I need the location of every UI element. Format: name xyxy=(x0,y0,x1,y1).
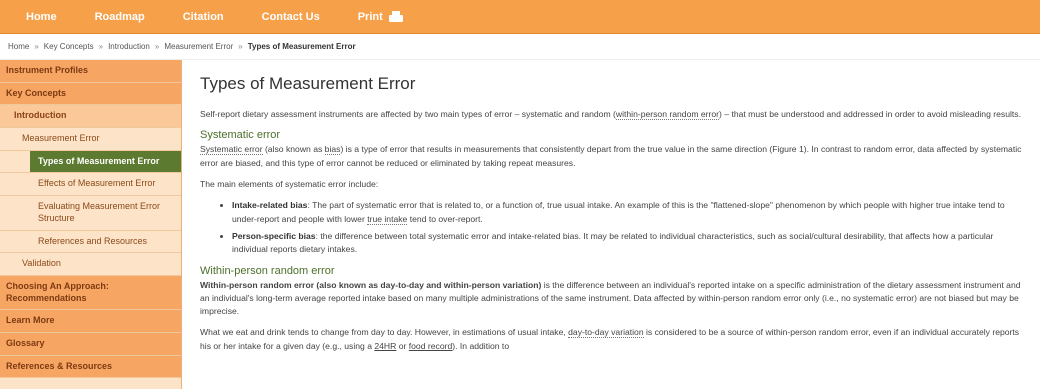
person-specific-bias-term: Person-specific bias xyxy=(232,230,316,241)
24hr-link[interactable]: 24HR xyxy=(374,341,396,351)
sidebar-item-introduction[interactable]: Introduction xyxy=(0,105,181,129)
breadcrumb-separator: » xyxy=(98,42,104,51)
list-item-text-b: tend to over-report. xyxy=(407,213,483,224)
intro-text-a: Self-report dietary assessment instrumen… xyxy=(200,109,616,119)
top-navigation: Home Roadmap Citation Contact Us Print xyxy=(0,0,1040,34)
nav-roadmap[interactable]: Roadmap xyxy=(95,11,145,23)
breadcrumb-current: Types of Measurement Error xyxy=(247,42,356,51)
day-text-d: ). In addition to xyxy=(452,340,510,351)
day-to-day-variation-link[interactable]: day-to-day variation xyxy=(568,327,644,339)
systematic-elements-list: Intake-related bias: The part of systema… xyxy=(200,199,1022,256)
nav-citation[interactable]: Citation xyxy=(183,11,224,23)
list-item: Person-specific bias: the difference bet… xyxy=(232,230,1022,257)
breadcrumb: Home » Key Concepts » Introduction » Mea… xyxy=(0,34,1040,60)
main-content: Types of Measurement Error Self-report d… xyxy=(182,60,1040,389)
list-item-text-a: : The part of systematic error that is r… xyxy=(232,200,1005,224)
nav-print[interactable]: Print xyxy=(358,11,403,23)
systematic-text-a: (also known as xyxy=(262,144,325,155)
sidebar-item-effects-of-measurement-error[interactable]: Effects of Measurement Error xyxy=(0,173,181,197)
sidebar-item-references-and-resources[interactable]: References and Resources xyxy=(0,230,181,254)
sidebar-item-types-of-measurement-error[interactable]: Types of Measurement Error xyxy=(30,150,181,173)
day-to-day-paragraph: What we eat and drink tends to change fr… xyxy=(200,326,1022,353)
list-item: Intake-related bias: The part of systema… xyxy=(232,199,1022,226)
sidebar-item-measurement-error[interactable]: Measurement Error xyxy=(0,128,181,151)
sidebar-active-wrap: Types of Measurement Error xyxy=(0,150,181,174)
breadcrumb-separator: » xyxy=(34,42,39,51)
sidebar-item-learn-more[interactable]: Learn More xyxy=(0,310,181,333)
bias-link[interactable]: bias xyxy=(324,144,341,156)
breadcrumb-measurement-error[interactable]: Measurement Error xyxy=(164,42,233,51)
random-error-bold: Within-person random error (also known a… xyxy=(200,279,542,290)
printer-icon xyxy=(388,11,403,22)
within-person-random-error-link[interactable]: within-person random error xyxy=(615,109,720,120)
sidebar-item-key-concepts[interactable]: Key Concepts xyxy=(0,82,181,106)
intro-text-b: ) – that must be understood and addresse… xyxy=(719,109,1021,119)
sidebar: Instrument Profiles Key Concepts Introdu… xyxy=(0,60,182,389)
nav-home[interactable]: Home xyxy=(26,11,57,23)
within-person-random-error-heading: Within-person random error xyxy=(200,264,335,277)
nav-print-label: Print xyxy=(357,10,383,23)
breadcrumb-introduction[interactable]: Introduction xyxy=(108,42,150,51)
sidebar-item-validation[interactable]: Validation xyxy=(0,253,181,276)
intake-related-bias-term: Intake-related bias xyxy=(232,200,308,211)
nav-contact-us[interactable]: Contact Us xyxy=(262,11,320,23)
systematic-elements-intro: The main elements of systematic error in… xyxy=(200,178,379,189)
breadcrumb-key-concepts[interactable]: Key Concepts xyxy=(44,42,94,51)
intro-paragraph: Self-report dietary assessment instrumen… xyxy=(200,108,1022,121)
food-record-link[interactable]: food record xyxy=(409,341,452,351)
systematic-paragraph: Systematic error (also known as bias) is… xyxy=(200,143,1022,170)
sidebar-item-instrument-profiles[interactable]: Instrument Profiles xyxy=(0,60,181,83)
page-title: Types of Measurement Error xyxy=(200,74,416,93)
breadcrumb-separator: » xyxy=(154,42,160,51)
true-intake-link[interactable]: true intake xyxy=(367,213,408,225)
breadcrumb-home[interactable]: Home xyxy=(8,42,29,51)
list-item-text-a: : the difference between total systemati… xyxy=(232,230,994,255)
systematic-error-heading: Systematic error xyxy=(200,129,281,142)
sidebar-item-glossary[interactable]: Glossary xyxy=(0,332,181,356)
systematic-error-link[interactable]: Systematic error xyxy=(200,144,263,156)
sidebar-item-evaluating-measurement-error-structure[interactable]: Evaluating Measurement Error Structure xyxy=(0,196,181,231)
sidebar-item-references-resources[interactable]: References & Resources xyxy=(0,355,181,379)
sidebar-item-choosing-an-approach[interactable]: Choosing An Approach: Recommendations xyxy=(0,275,181,311)
random-error-paragraph: Within-person random error (also known a… xyxy=(200,279,1022,319)
day-text-a: What we eat and drink tends to change fr… xyxy=(200,327,569,338)
breadcrumb-separator: » xyxy=(238,42,243,51)
day-text-c: or xyxy=(396,340,409,351)
